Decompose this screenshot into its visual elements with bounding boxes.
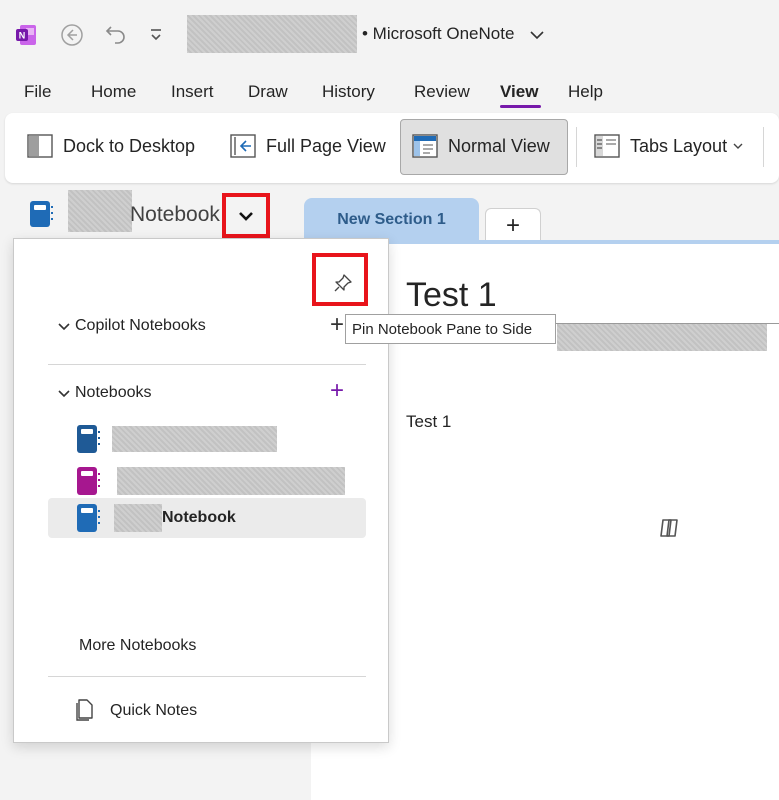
highlight-box-pin [312, 253, 368, 306]
onenote-logo-icon: N [15, 24, 37, 46]
flyout-divider-2 [48, 676, 366, 677]
ribbon-separator-right [763, 127, 764, 167]
notebook-name-redacted [112, 426, 277, 452]
dock-to-desktop-button[interactable]: Dock to Desktop [27, 123, 195, 169]
customize-qat-icon[interactable] [148, 26, 164, 44]
file-name-redacted [187, 15, 357, 53]
undo-icon[interactable] [103, 22, 129, 48]
svg-text:N: N [19, 31, 26, 41]
notebook-name-redacted [68, 190, 132, 232]
add-section-button[interactable]: + [485, 208, 541, 243]
dock-label: Dock to Desktop [63, 135, 196, 156]
add-notebook-button[interactable]: + [330, 379, 344, 403]
title-chevron-down-icon[interactable] [529, 28, 545, 42]
copilot-notebooks-header[interactable]: Copilot Notebooks [75, 317, 206, 335]
page-body-text[interactable]: Test 1 [406, 412, 451, 432]
tabs-layout-button[interactable]: Tabs Layout [594, 123, 743, 169]
notebook-name-redacted [117, 467, 345, 495]
tabs-layout-icon [594, 134, 620, 158]
highlight-box-notebook-dropdown [222, 193, 270, 238]
tabs-layout-label: Tabs Layout [630, 135, 728, 156]
selected-notebook-label: Notebook [162, 509, 236, 526]
menu-help[interactable]: Help [568, 80, 603, 104]
menu-insert[interactable]: Insert [171, 80, 214, 104]
notebook-header-icon [28, 200, 56, 228]
notebook-list-item[interactable] [48, 421, 366, 457]
ribbon-separator [576, 127, 577, 167]
dock-icon [27, 134, 53, 158]
menu-view-underline [500, 105, 541, 108]
notebook-list-item[interactable] [48, 463, 366, 499]
tabs-layout-chevron-down-icon [733, 142, 743, 150]
page-date-redacted [557, 324, 767, 351]
notebook-list-item-selected[interactable]: Notebook [48, 498, 366, 538]
full-page-icon [230, 134, 256, 158]
notebooks-chevron-down-icon[interactable] [58, 386, 70, 398]
page-title[interactable]: Test 1 [406, 276, 497, 315]
notebook-icon [75, 503, 103, 538]
back-icon[interactable] [60, 23, 84, 47]
notebooks-header[interactable]: Notebooks [75, 384, 152, 402]
menu-review[interactable]: Review [414, 80, 470, 104]
notebook-name-redacted [114, 504, 162, 532]
menu-draw[interactable]: Draw [248, 80, 288, 104]
more-notebooks-link[interactable]: More Notebooks [79, 637, 196, 655]
menu-file[interactable]: File [24, 80, 51, 104]
menu-view[interactable]: View [500, 80, 538, 104]
copilot-icon[interactable] [657, 516, 683, 540]
copilot-chevron-down-icon[interactable] [58, 319, 70, 331]
quick-notes-link[interactable]: Quick Notes [110, 702, 197, 720]
notebook-header-label[interactable]: Notebook [130, 203, 220, 227]
add-copilot-notebook-button[interactable]: + [330, 313, 344, 337]
notebook-flyout: Copilot Notebooks + Notebooks + Notebook… [13, 238, 389, 743]
tab-new-section-1[interactable]: New Section 1 [304, 198, 479, 242]
app-title: • Microsoft OneNote [362, 24, 515, 43]
menu-history[interactable]: History [322, 80, 375, 104]
ribbon: Dock to Desktop Full Page View Normal Vi… [5, 113, 779, 183]
flyout-divider-1 [48, 364, 366, 365]
normal-view-icon [412, 134, 438, 158]
notebook-icon [75, 466, 103, 501]
full-page-view-button[interactable]: Full Page View [230, 123, 386, 169]
pin-tooltip: Pin Notebook Pane to Side [345, 314, 556, 344]
normal-view-label: Normal View [448, 135, 550, 156]
quick-notes-icon [74, 698, 94, 722]
normal-view-button[interactable]: Normal View [412, 123, 550, 169]
notebook-icon [75, 424, 103, 459]
full-page-label: Full Page View [266, 135, 386, 156]
menu-home[interactable]: Home [91, 80, 136, 104]
